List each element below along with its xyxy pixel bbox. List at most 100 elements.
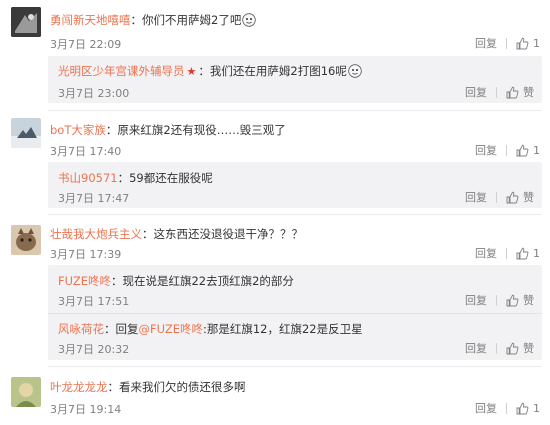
like-label: 赞 [523,342,534,355]
comment-meta: 3月7日 22:09 回复 1 [50,36,540,52]
thumbs-up-icon [516,37,529,50]
comment-meta: 3月7日 17:40 回复 1 [50,143,540,159]
comment-item: boT大家族：原来红旗2还有现役……毁三观了 3月7日 17:40 回复 1 书… [0,110,550,214]
username-link[interactable]: boT大家族 [50,123,106,137]
username-link[interactable]: 壮哉我大炮兵主义 [50,227,142,241]
thumbs-up-icon [516,402,529,415]
like-label: 赞 [523,86,534,99]
like-label: 赞 [523,294,534,307]
reply-button[interactable]: 回复 [465,292,487,308]
reply-button[interactable]: 回复 [465,340,487,356]
comment-actions: 回复 1 [475,400,540,416]
comment-text: ：你们不用萨姆2了吧 [130,13,242,27]
reply-content: 书山90571：59都还在服役呢 [58,170,213,186]
username-link[interactable]: 光明区少年宫课外辅导员 [58,64,185,78]
comment-item: 勇闯新天地嘻嘻：你们不用萨姆2了吧 3月7日 22:09 回复 1 光明区少年宫… [0,0,550,110]
username-link[interactable]: 勇闯新天地嘻嘻 [50,13,131,27]
divider [496,86,497,98]
vip-star-icon: ★ [186,65,197,78]
reply-box: 光明区少年宫课外辅导员 ★ ：我们还在用萨姆2打图16呢 3月7日 23:00 回复… [48,56,542,103]
timestamp: 3月7日 22:09 [50,38,122,51]
reply-button[interactable]: 回复 [475,400,497,416]
thumbs-up-icon [516,144,529,157]
avatar[interactable] [11,118,41,148]
timestamp: 3月7日 17:47 [58,192,130,205]
thumbs-up-icon [506,342,519,355]
avatar[interactable] [11,225,41,255]
reply-button[interactable]: 回复 [465,189,487,205]
avatar-image [11,377,41,407]
thumbs-up-icon [506,86,519,99]
username-link[interactable]: 风咏荷花 [58,322,104,336]
divider [496,191,497,203]
comment-item: 壮哉我大炮兵主义：这东西还没退役退干净？？？ 3月7日 17:39 回复 1 F… [0,214,550,366]
avatar-image [11,118,41,148]
timestamp: 3月7日 17:51 [58,295,130,308]
timestamp: 3月7日 23:00 [58,87,130,100]
like-button[interactable]: 赞 [506,340,534,356]
reply-button[interactable]: 回复 [465,84,487,100]
thumbs-up-icon [506,191,519,204]
reply-content: 光明区少年宫课外辅导员 ★ ：我们还在用萨姆2打图16呢 [58,63,362,79]
divider [506,247,507,259]
divider [506,144,507,156]
comment-meta: 3月7日 19:14 回复 1 [50,401,540,417]
reply-content: FUZE咚咚：现在说是红旗22去顶红旗2的部分 [58,273,294,289]
like-button[interactable]: 1 [516,402,540,415]
comment-actions: 回复 1 [475,35,540,51]
reply-meta: 3月7日 17:51 回复 赞 [58,293,534,309]
like-button[interactable]: 1 [516,144,540,157]
like-button[interactable]: 赞 [506,84,534,100]
like-button[interactable]: 赞 [506,189,534,205]
like-count: 1 [533,246,540,260]
comment-actions: 回复 1 [475,245,540,261]
divider [506,402,507,414]
reply-text: ：我们还在用萨姆2打图16呢 [198,64,347,78]
reply-button[interactable]: 回复 [475,35,497,51]
reply-button[interactable]: 回复 [475,245,497,261]
divider [506,37,507,49]
username-link[interactable]: 叶龙龙龙龙 [50,380,108,394]
thumbs-up-icon [516,247,529,260]
reply-actions: 回复 赞 [465,292,534,308]
divider [48,313,542,314]
avatar[interactable] [11,377,41,407]
reply-text: :那是红旗12，红旗22是反卫星 [202,322,363,336]
timestamp: 3月7日 17:39 [50,248,122,261]
reply-meta: 3月7日 20:32 回复 赞 [58,341,534,357]
reply-actions: 回复 赞 [465,340,534,356]
mention-link[interactable]: @FUZE咚咚 [139,322,203,336]
reply-text-prefix: ：回复 [104,322,139,336]
emoji-icon [242,13,257,27]
reply-content: 风咏荷花：回复@FUZE咚咚:那是红旗12，红旗22是反卫星 [58,321,363,337]
username-link[interactable]: 书山90571 [58,171,118,185]
comment-item: 叶龙龙龙龙：看来我们欠的债还很多啊 3月7日 19:14 回复 1 [0,366,550,425]
comment-content: 壮哉我大炮兵主义：这东西还没退役退干净？？？ [50,226,303,242]
like-label: 赞 [523,191,534,204]
username-link[interactable]: FUZE咚咚 [58,274,111,288]
reply-box: 书山90571：59都还在服役呢 3月7日 17:47 回复 赞 [48,162,542,208]
comment-content: 勇闯新天地嘻嘻：你们不用萨姆2了吧 [50,12,257,28]
comment-content: 叶龙龙龙龙：看来我们欠的债还很多啊 [50,379,246,395]
comment-text: ：这东西还没退役退干净？？？ [142,227,303,241]
timestamp: 3月7日 20:32 [58,343,130,356]
reply-button[interactable]: 回复 [475,142,497,158]
like-button[interactable]: 1 [516,37,540,50]
avatar[interactable] [11,7,41,37]
divider [496,342,497,354]
comment-meta: 3月7日 17:39 回复 1 [50,246,540,262]
reply-actions: 回复 赞 [465,84,534,100]
like-button[interactable]: 赞 [506,292,534,308]
like-count: 1 [533,36,540,50]
timestamp: 3月7日 17:40 [50,145,122,158]
avatar-image [11,225,41,255]
comment-content: boT大家族：原来红旗2还有现役……毁三观了 [50,122,286,138]
comment-text: ：看来我们欠的债还很多啊 [107,380,246,394]
reply-meta: 3月7日 23:00 回复 赞 [58,85,534,101]
comment-actions: 回复 1 [475,142,540,158]
reply-box: FUZE咚咚：现在说是红旗22去顶红旗2的部分 3月7日 17:51 回复 赞 … [48,265,542,360]
divider [496,294,497,306]
like-button[interactable]: 1 [516,247,540,260]
reply-text: ：现在说是红旗22去顶红旗2的部分 [110,274,294,288]
comment-text: ：原来红旗2还有现役……毁三观了 [105,123,286,137]
